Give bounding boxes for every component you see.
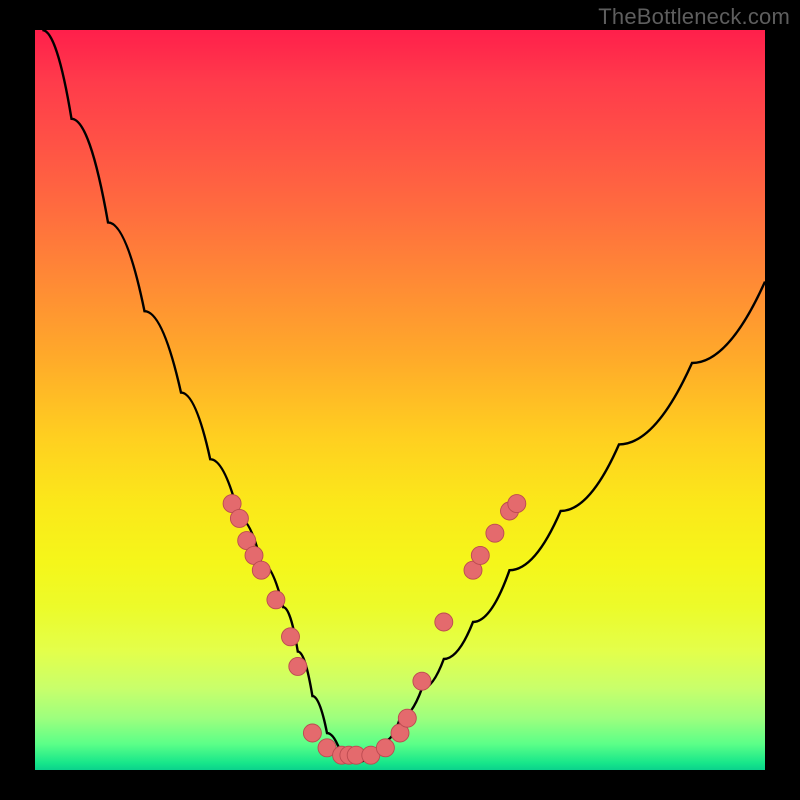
marker-dot [252,561,270,579]
marker-dot [508,495,526,513]
chart-frame: TheBottleneck.com [0,0,800,800]
marker-dot [486,524,504,542]
marker-dot [289,657,307,675]
marker-dot [413,672,431,690]
marker-dot [282,628,300,646]
marker-dot [303,724,321,742]
marker-dot [230,509,248,527]
marker-dot [435,613,453,631]
marker-group [223,495,526,765]
plot-area [35,30,765,770]
watermark-text: TheBottleneck.com [598,4,790,30]
curve-svg [35,30,765,770]
marker-dot [471,546,489,564]
bottleneck-curve [42,30,765,763]
marker-dot [398,709,416,727]
marker-dot [376,739,394,757]
marker-dot [267,591,285,609]
